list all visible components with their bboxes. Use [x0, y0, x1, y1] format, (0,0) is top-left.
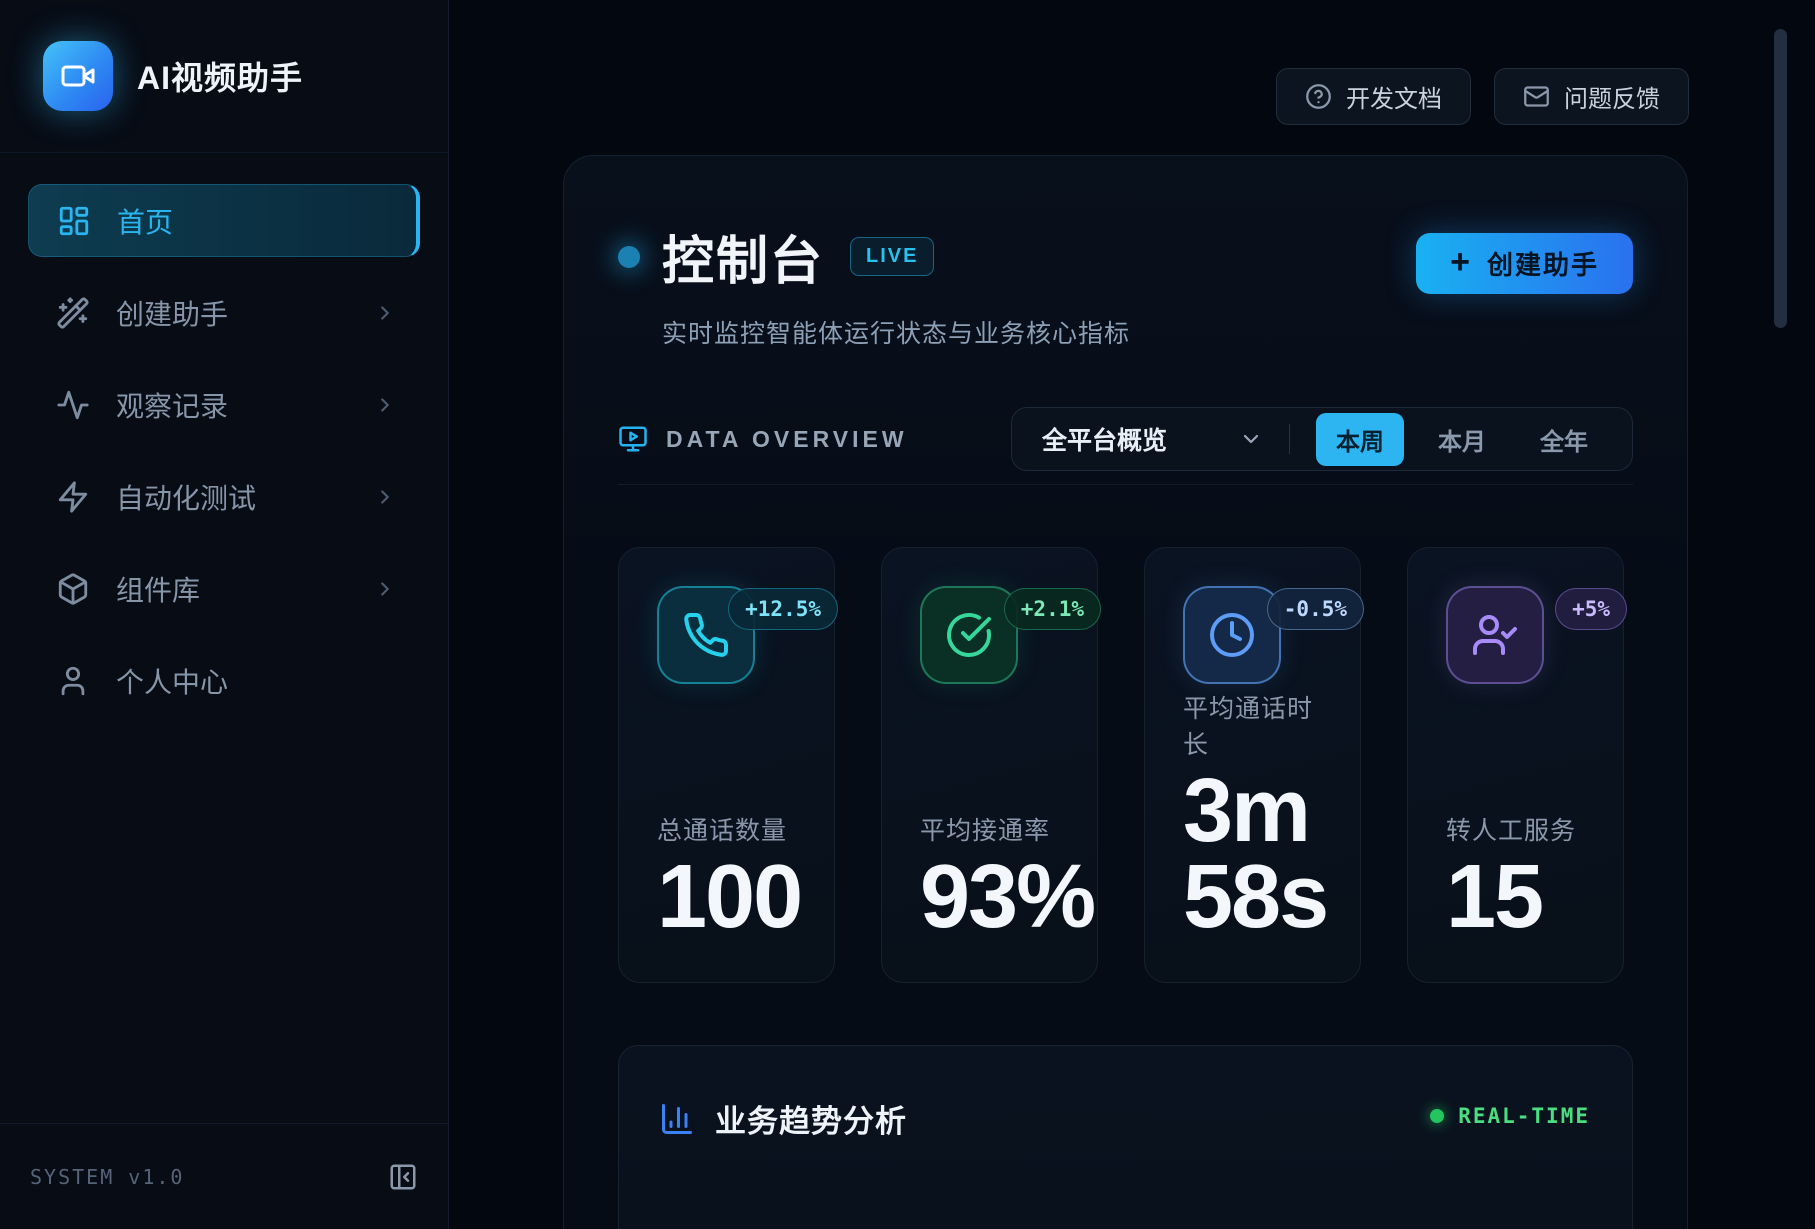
- tab-full-year[interactable]: 全年: [1520, 413, 1608, 466]
- overview-controls: 全平台概览 本周 本月 全年: [1011, 407, 1633, 471]
- user-check-icon: [1446, 586, 1544, 684]
- chevron-right-icon: [374, 302, 396, 324]
- activity-icon: [56, 388, 90, 422]
- console-panel: 控制台 LIVE 实时监控智能体运行状态与业务核心指标 + 创建助手 DATA …: [563, 155, 1688, 1229]
- scrollbar-thumb[interactable]: [1774, 29, 1787, 328]
- system-version: SYSTEM v1.0: [30, 1165, 184, 1189]
- data-overview-row: DATA OVERVIEW 全平台概览 本周 本月 全年: [618, 407, 1633, 471]
- delta-badge: +5%: [1555, 588, 1627, 630]
- time-range-tabs: 本周 本月 全年: [1316, 413, 1608, 466]
- wand-icon: [56, 296, 90, 330]
- stat-card-human-transfer: +5% 转人工服务 15: [1407, 547, 1624, 983]
- video-camera-icon: [43, 41, 113, 111]
- dev-docs-button[interactable]: 开发文档: [1276, 68, 1471, 125]
- app-title: AI视频助手: [137, 53, 303, 99]
- stat-card-total-calls: +12.5% 总通话数量 100: [618, 547, 835, 983]
- sidebar: AI视频助手 首页 创建助手: [0, 0, 449, 1229]
- box-icon: [56, 572, 90, 606]
- divider: [1289, 424, 1290, 454]
- stat-value: 100: [657, 855, 800, 941]
- sidebar-item-label: 观察记录: [116, 385, 228, 425]
- sidebar-item-observation-log[interactable]: 观察记录: [28, 368, 420, 441]
- help-circle-icon: [1305, 83, 1332, 110]
- stat-card-avg-duration: -0.5% 平均通话时长 3m 58s: [1144, 547, 1361, 983]
- sidebar-item-label: 创建助手: [116, 293, 228, 333]
- stat-value: 15: [1446, 855, 1589, 941]
- create-assistant-label: 创建助手: [1487, 245, 1599, 282]
- status-dot: [618, 246, 640, 268]
- stat-label: 平均通话时长: [1183, 689, 1326, 761]
- delta-badge: +2.1%: [1004, 588, 1101, 630]
- console-header: 控制台 LIVE 实时监控智能体运行状态与业务核心指标 + 创建助手: [618, 219, 1633, 350]
- trend-title-text: 业务趋势分析: [715, 1096, 907, 1141]
- platform-select[interactable]: 全平台概览: [1042, 421, 1167, 457]
- tab-this-week[interactable]: 本周: [1316, 413, 1404, 466]
- stat-value: 3m 58s: [1183, 769, 1326, 940]
- mail-icon: [1523, 83, 1550, 110]
- chevron-right-icon: [374, 394, 396, 416]
- feedback-button[interactable]: 问题反馈: [1494, 68, 1689, 125]
- app-logo: AI视频助手: [0, 0, 448, 153]
- create-assistant-button[interactable]: + 创建助手: [1416, 233, 1633, 294]
- bar-chart-icon: [659, 1101, 695, 1137]
- sidebar-nav: 首页 创建助手 观察记录 自动: [0, 153, 448, 717]
- app-root: AI视频助手 首页 创建助手: [0, 0, 1815, 1229]
- check-circle-icon: [920, 586, 1018, 684]
- delta-badge: +12.5%: [728, 588, 838, 630]
- delta-badge: -0.5%: [1267, 588, 1364, 630]
- stat-label: 平均接通率: [920, 811, 1063, 847]
- zap-icon: [56, 480, 90, 514]
- divider: [618, 484, 1633, 485]
- clock-icon: [1183, 586, 1281, 684]
- console-title-block: 控制台 LIVE 实时监控智能体运行状态与业务核心指标: [618, 219, 1130, 350]
- stat-label: 转人工服务: [1446, 811, 1589, 847]
- panel-collapse-icon[interactable]: [388, 1162, 418, 1192]
- stat-label: 总通话数量: [657, 811, 800, 847]
- page-title: 控制台: [662, 219, 824, 294]
- stat-value-line2: 58s: [1183, 855, 1326, 941]
- chevron-down-icon: [1239, 427, 1263, 451]
- sidebar-item-label: 首页: [117, 201, 173, 241]
- feedback-label: 问题反馈: [1564, 79, 1660, 114]
- realtime-dot: [1430, 1109, 1444, 1123]
- plus-icon: +: [1450, 245, 1472, 279]
- sidebar-item-home[interactable]: 首页: [28, 184, 420, 257]
- user-icon: [56, 664, 90, 698]
- dev-docs-label: 开发文档: [1346, 79, 1442, 114]
- sidebar-item-label: 个人中心: [116, 661, 228, 701]
- data-overview-label: DATA OVERVIEW: [618, 424, 908, 454]
- monitor-play-icon: [618, 424, 648, 454]
- sidebar-item-personal-center[interactable]: 个人中心: [28, 644, 420, 717]
- dashboard-icon: [57, 204, 91, 238]
- chevron-right-icon: [374, 578, 396, 600]
- trend-panel: 业务趋势分析 REAL-TIME: [618, 1045, 1633, 1229]
- realtime-status: REAL-TIME: [1430, 1104, 1590, 1128]
- sidebar-item-label: 自动化测试: [116, 477, 256, 517]
- stats-row: +12.5% 总通话数量 100 +2.1% 平均接通率 93%: [618, 547, 1633, 983]
- sidebar-footer: SYSTEM v1.0: [0, 1123, 448, 1229]
- live-badge: LIVE: [850, 237, 934, 276]
- trend-title: 业务趋势分析: [659, 1096, 907, 1141]
- tab-this-month[interactable]: 本月: [1418, 413, 1506, 466]
- sidebar-item-component-library[interactable]: 组件库: [28, 552, 420, 625]
- chevron-right-icon: [374, 486, 396, 508]
- topbar-actions: 开发文档 问题反馈: [1276, 68, 1689, 125]
- stat-card-answer-rate: +2.1% 平均接通率 93%: [881, 547, 1098, 983]
- sidebar-item-create-assistant[interactable]: 创建助手: [28, 276, 420, 349]
- realtime-label: REAL-TIME: [1458, 1104, 1590, 1128]
- page-subtitle: 实时监控智能体运行状态与业务核心指标: [662, 314, 1130, 350]
- data-overview-text: DATA OVERVIEW: [666, 426, 908, 453]
- sidebar-item-automated-testing[interactable]: 自动化测试: [28, 460, 420, 533]
- stat-value-line1: 3m: [1183, 769, 1326, 855]
- sidebar-item-label: 组件库: [116, 569, 200, 609]
- stat-value: 93%: [920, 855, 1063, 941]
